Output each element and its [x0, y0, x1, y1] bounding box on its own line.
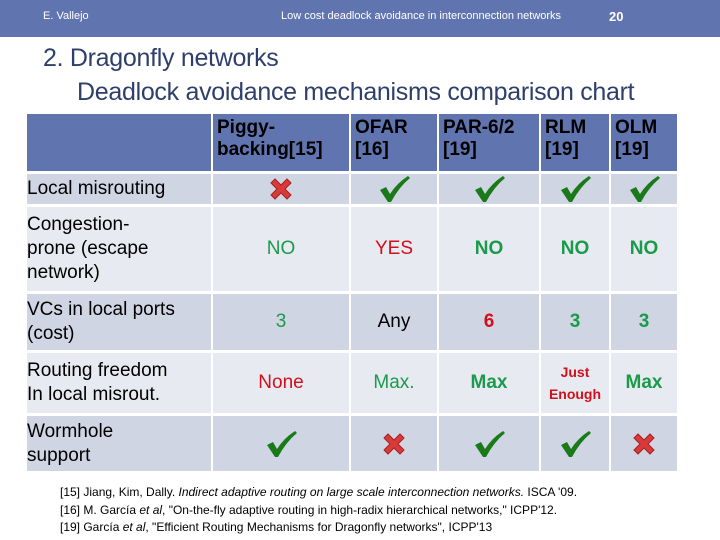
references-list: [15] Jiang, Kim, Dally. Indirect adaptiv… — [60, 484, 577, 537]
check-icon — [213, 430, 349, 458]
table-row: Wormhole support — [27, 416, 677, 471]
table-cell: YES — [351, 207, 439, 294]
column-header-ofar: OFAR [16] — [351, 114, 439, 174]
table-cell: Max — [611, 353, 677, 416]
table-cell — [439, 174, 541, 207]
table-cell: NO — [439, 207, 541, 294]
cell-value: 3 — [275, 311, 287, 332]
table-cell — [541, 416, 611, 471]
table-header-row: Piggy-backing[15] OFAR [16] PAR-6/2 [19] R… — [27, 114, 677, 174]
table-cell — [611, 416, 677, 471]
table-cell: 3 — [541, 294, 611, 353]
column-header-par: PAR-6/2 [19] — [439, 114, 541, 174]
table-cell: 3 — [213, 294, 351, 353]
cell-value: NO — [560, 238, 590, 259]
column-header-rlm: RLM [19] — [541, 114, 611, 174]
cell-value: Max — [470, 372, 508, 393]
table-cell: Max — [439, 353, 541, 416]
table-cell: NO — [611, 207, 677, 294]
cell-value: NO — [629, 238, 659, 259]
table-cell: NO — [213, 207, 351, 294]
table-row: VCs in local ports (cost) 3 Any 6 3 3 — [27, 294, 677, 353]
comparison-table: Piggy-backing[15] OFAR [16] PAR-6/2 [19] R… — [27, 114, 677, 471]
cell-value: None — [258, 372, 304, 393]
cell-value: Max — [625, 372, 663, 393]
check-icon — [439, 430, 539, 458]
cell-value: NO — [266, 238, 296, 259]
table-cell — [541, 174, 611, 207]
check-icon — [541, 430, 609, 458]
table-cell — [213, 174, 351, 207]
table-corner-cell — [27, 114, 213, 174]
cell-value: YES — [374, 238, 414, 259]
row-label: Routing freedom In local misrout. — [27, 353, 213, 416]
slide-title: 2. Dragonfly networks — [43, 44, 279, 72]
cell-value: Max. — [373, 372, 415, 393]
author-name: E. Vallejo — [43, 10, 89, 22]
slide-subtitle: Deadlock avoidance mechanisms comparison… — [77, 78, 635, 106]
cross-icon — [351, 432, 437, 455]
row-label: Local misrouting — [27, 174, 213, 207]
check-icon — [611, 175, 677, 203]
table-cell: 3 — [611, 294, 677, 353]
reference-item: [16] M. García et al, "On-the-fly adapti… — [60, 502, 558, 517]
cell-value: NO — [474, 238, 504, 259]
row-label: VCs in local ports (cost) — [27, 294, 213, 353]
cell-value: 3 — [569, 311, 581, 332]
table-cell: Any — [351, 294, 439, 353]
table-row: Congestion-prone (escape network) NO YES … — [27, 207, 677, 294]
cell-value: Just Enough — [548, 364, 602, 402]
cross-icon — [213, 178, 349, 200]
cell-value: Any — [377, 311, 411, 332]
column-header-olm: OLM [19] — [611, 114, 677, 174]
slide-number: 20 — [609, 9, 624, 24]
reference-item: [19] García et al, "Efficient Routing Me… — [60, 520, 493, 534]
reference-item: [15] Jiang, Kim, Dally. Indirect adaptiv… — [60, 485, 578, 499]
check-icon — [541, 175, 609, 203]
cell-value: 3 — [638, 311, 650, 332]
table-cell: 6 — [439, 294, 541, 353]
row-label: Wormhole support — [27, 416, 213, 471]
cell-value: 6 — [483, 311, 495, 332]
table-cell: Max. — [351, 353, 439, 416]
table-row: Local misrouting — [27, 174, 677, 207]
table-cell: None — [213, 353, 351, 416]
table-cell: Just Enough — [541, 353, 611, 416]
table-cell — [213, 416, 351, 471]
table-cell — [611, 174, 677, 207]
table-cell — [439, 416, 541, 471]
table-cell: NO — [541, 207, 611, 294]
column-header-piggybacking: Piggy-backing[15] — [213, 114, 351, 174]
slide-header-bar: E. Vallejo Low cost deadlock avoidance i… — [0, 0, 720, 37]
presentation-title: Low cost deadlock avoidance in interconn… — [281, 10, 562, 22]
table-cell — [351, 174, 439, 207]
table-cell — [351, 416, 439, 471]
table-row: Routing freedom In local misrout. None Ma… — [27, 353, 677, 416]
row-label: Congestion-prone (escape network) — [27, 207, 213, 294]
cross-icon — [611, 432, 677, 455]
check-icon — [439, 175, 539, 203]
check-icon — [351, 175, 437, 203]
